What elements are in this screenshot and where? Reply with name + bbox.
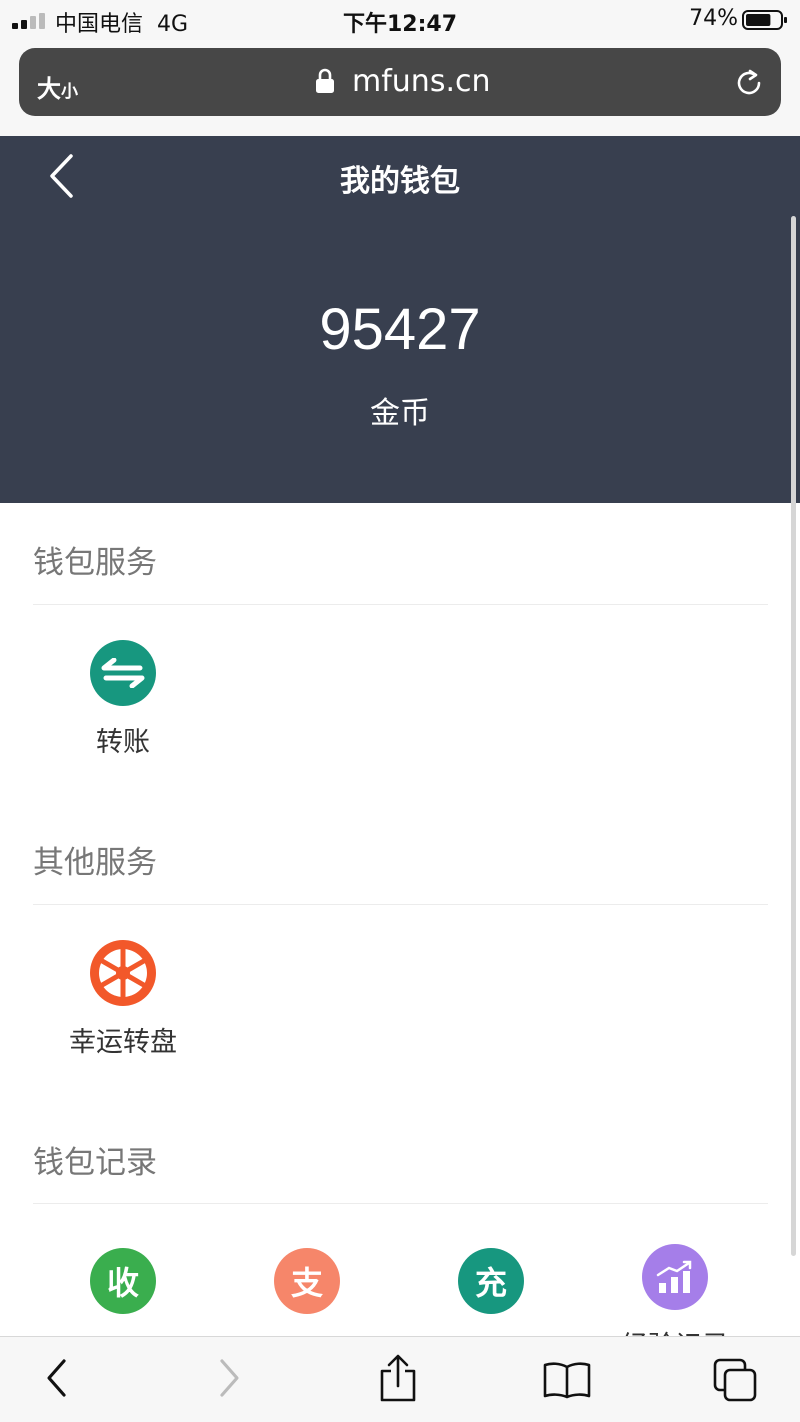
expense-record-button[interactable]: 支 — [217, 1248, 397, 1314]
url-text[interactable]: mfuns.cn — [352, 64, 491, 99]
scrollbar[interactable] — [791, 216, 796, 1256]
text-size-button[interactable]: 大小 — [37, 69, 78, 104]
transfer-label: 转账 — [96, 727, 150, 758]
clock: 下午12:47 — [342, 12, 458, 37]
balance-unit: 金币 — [370, 396, 430, 431]
share-icon[interactable] — [378, 1353, 418, 1403]
section-title-wallet-records: 钱包记录 — [33, 1145, 157, 1181]
lock-icon — [316, 68, 334, 93]
page-title: 我的钱包 — [340, 164, 460, 199]
transfer-button[interactable]: 转账 — [33, 640, 213, 759]
browser-toolbar — [0, 1336, 800, 1422]
divider — [33, 1203, 768, 1204]
transfer-icon — [90, 640, 156, 706]
status-bar: 中国电信 4G 下午12:47 74% — [0, 0, 800, 40]
balance-amount: 95427 — [319, 297, 481, 362]
bar-chart-icon — [642, 1244, 708, 1310]
recharge-record-button[interactable]: 充 — [401, 1248, 581, 1314]
browser-chrome: 大小 mfuns.cn — [0, 40, 800, 136]
section-title-wallet-services: 钱包服务 — [33, 545, 157, 581]
divider — [33, 904, 768, 905]
tabs-icon[interactable] — [712, 1357, 758, 1403]
lucky-wheel-icon — [90, 940, 156, 1006]
browser-back-icon[interactable] — [44, 1357, 70, 1399]
income-record-button[interactable]: 收 — [33, 1248, 213, 1314]
income-record-icon: 收 — [90, 1248, 156, 1314]
section-title-other-services: 其他服务 — [33, 845, 157, 881]
recharge-record-icon: 充 — [458, 1248, 524, 1314]
lucky-wheel-label: 幸运转盘 — [69, 1027, 177, 1058]
wallet-header: 我的钱包 95427 金币 — [0, 136, 800, 503]
expense-record-icon: 支 — [274, 1248, 340, 1314]
browser-forward-icon[interactable] — [216, 1357, 242, 1399]
address-bar[interactable]: 大小 mfuns.cn — [19, 48, 781, 116]
reload-icon[interactable] — [733, 66, 765, 100]
bookmarks-icon[interactable] — [542, 1361, 592, 1399]
lucky-wheel-button[interactable]: 幸运转盘 — [33, 940, 213, 1059]
battery-icon — [742, 10, 787, 30]
battery-percent: 74% — [689, 6, 738, 31]
divider — [33, 604, 768, 605]
